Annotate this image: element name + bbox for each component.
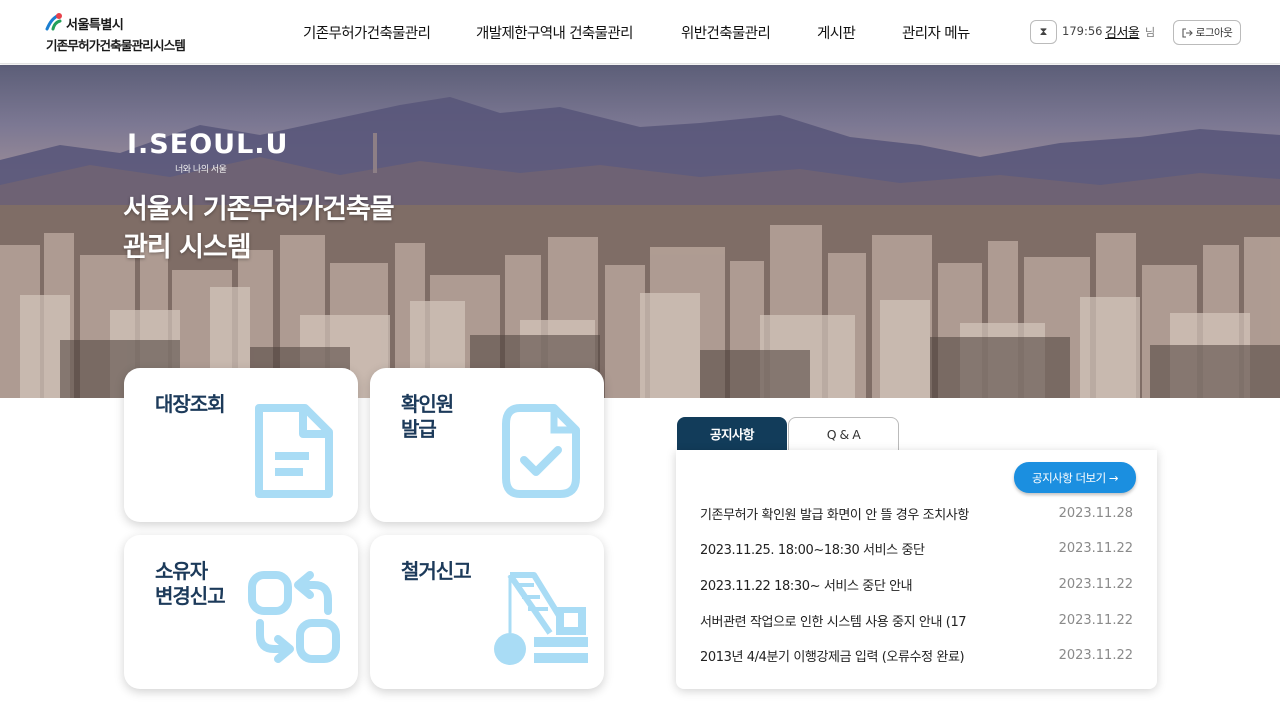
brand-slogan: I.SEOUL.U — [127, 129, 289, 160]
notice-list-item[interactable]: 2023.11.25. 18:00~18:30 서비스 중단 2023.11.2… — [700, 536, 1133, 560]
certificate-check-icon — [502, 404, 580, 498]
card-title: 소유자 변경신고 — [155, 559, 226, 608]
seoul-logo-icon — [45, 13, 62, 31]
hero-banner: I.SEOUL.U 너와 나의 서울 서울시 기존무허가건축물 관리 시스템 — [0, 65, 1280, 398]
session-extend-button[interactable]: ⧗ — [1030, 20, 1057, 44]
session-timer: 179:56 — [1062, 24, 1103, 38]
logout-label: 로그아웃 — [1195, 27, 1233, 39]
notice-title: 2023.11.25. 18:00~18:30 서비스 중단 — [700, 542, 925, 558]
notice-title: 2023.11.22 18:30~ 서비스 중단 안내 — [700, 578, 913, 594]
brand-slogan-sub: 너와 나의 서울 — [175, 165, 227, 175]
notice-panel: 공지사항 더보기 → 기존무허가 확인원 발급 화면이 안 뜰 경우 조치사항 … — [676, 450, 1157, 689]
hero-title: 서울시 기존무허가건축물 관리 시스템 — [123, 191, 395, 267]
notice-more-button[interactable]: 공지사항 더보기 → — [1014, 462, 1136, 493]
demolition-crane-icon — [494, 572, 588, 665]
notice-title: 2013년 4/4분기 이행강제금 입력 (오류수정 완료) — [700, 649, 965, 665]
nav-item-greenbelt-building[interactable]: 개발제한구역내 건축물관리 — [476, 0, 633, 64]
top-header: 서울특별시 기존무허가건축물관리시스템 기존무허가건축물관리 개발제한구역내 건… — [0, 0, 1280, 64]
logout-button[interactable]: 로그아웃 — [1173, 20, 1241, 45]
notice-list-item[interactable]: 2013년 4/4분기 이행강제금 입력 (오류수정 완료) 2023.11.2… — [700, 643, 1133, 667]
tab-qna[interactable]: Q & A — [788, 417, 899, 450]
ledger-lookup-card[interactable]: 대장조회 — [124, 368, 358, 522]
notice-date: 2023.11.28 — [1058, 505, 1133, 521]
hero-title-line2: 관리 시스템 — [123, 232, 252, 263]
logo-city-name: 서울특별시 — [66, 18, 124, 33]
owner-change-card[interactable]: 소유자 변경신고 — [124, 535, 358, 689]
notice-list-item[interactable]: 기존무허가 확인원 발급 화면이 안 뜰 경우 조치사항 2023.11.28 — [700, 501, 1133, 525]
logout-icon — [1182, 27, 1193, 38]
user-honorific: 님 — [1145, 26, 1156, 39]
owner-change-arrows-icon — [248, 571, 340, 663]
demolition-report-card[interactable]: 철거신고 — [370, 535, 604, 689]
notice-date: 2023.11.22 — [1058, 540, 1133, 556]
notice-date: 2023.11.22 — [1058, 647, 1133, 663]
notice-date: 2023.11.22 — [1058, 576, 1133, 592]
card-title: 확인원 발급 — [401, 392, 454, 441]
hourglass-icon: ⧗ — [1039, 25, 1048, 38]
logo-system-name: 기존무허가건축물관리시스템 — [46, 38, 186, 53]
tab-notice[interactable]: 공지사항 — [677, 417, 787, 450]
hero-title-line1: 서울시 기존무허가건축물 — [123, 194, 395, 225]
card-title: 철거신고 — [401, 559, 472, 583]
document-icon — [255, 404, 333, 498]
seoul-logo[interactable]: 서울특별시 기존무허가건축물관리시스템 — [44, 12, 214, 53]
nav-item-board[interactable]: 게시판 — [817, 0, 856, 64]
notice-date: 2023.11.22 — [1058, 612, 1133, 628]
notice-title: 기존무허가 확인원 발급 화면이 안 뜰 경우 조치사항 — [700, 507, 969, 523]
certificate-issue-card[interactable]: 확인원 발급 — [370, 368, 604, 522]
nav-item-admin-menu[interactable]: 관리자 메뉴 — [902, 0, 970, 64]
user-name-link[interactable]: 김서울 — [1105, 22, 1140, 41]
notice-title: 서버관련 작업으로 인한 시스템 사용 중지 안내 (17 — [700, 614, 967, 630]
card-title: 대장조회 — [155, 392, 226, 416]
nav-item-violation-building[interactable]: 위반건축물관리 — [681, 0, 771, 64]
notice-list-item[interactable]: 서버관련 작업으로 인한 시스템 사용 중지 안내 (17 2023.11.22 — [700, 608, 1133, 632]
nav-item-existing-building[interactable]: 기존무허가건축물관리 — [303, 0, 431, 64]
notice-list-item[interactable]: 2023.11.22 18:30~ 서비스 중단 안내 2023.11.22 — [700, 572, 1133, 596]
